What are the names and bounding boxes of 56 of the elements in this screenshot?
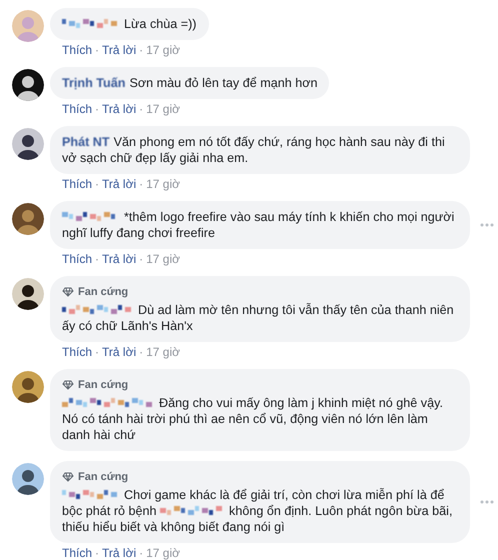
reply-link[interactable]: Trả lời (102, 252, 136, 266)
like-link[interactable]: Thích (62, 177, 92, 191)
blurred-name-drawing (62, 302, 132, 316)
timestamp: 17 giờ (146, 546, 180, 560)
separator-dot: · (95, 43, 100, 57)
like-link[interactable]: Thích (62, 546, 92, 560)
diamond-icon (62, 287, 74, 297)
comment-text: Lừa chùa =)) (62, 16, 196, 32)
separator-dot: · (139, 43, 144, 57)
avatar[interactable] (12, 128, 44, 160)
timestamp: 17 giờ (146, 102, 180, 116)
avatar[interactable] (12, 371, 44, 403)
avatar[interactable] (12, 463, 44, 495)
fan-label: Fan cứng (78, 378, 128, 393)
timestamp: 17 giờ (146, 43, 180, 57)
separator-dot: · (139, 546, 144, 560)
comment-text: Dù ad làm mờ tên nhưng tôi vẫn thấy tên của thanh niên ấy có chữ Lãnh's Hàn'x (62, 302, 455, 334)
timestamp: 17 giờ (146, 177, 180, 191)
separator-dot: · (139, 252, 144, 266)
reply-link[interactable]: Trả lời (102, 102, 136, 116)
separator-dot: · (139, 102, 144, 116)
like-link[interactable]: Thích (62, 345, 92, 359)
comment-text: Chơi game khác là để giải trí, còn chơi lừa miễn phí là để bộc phát rỏ bệnh không ổn định. Luôn phát ngôn bừa bãi, thiếu hiểu biết và không biết đang nói gì (62, 487, 454, 535)
separator-dot: · (95, 345, 100, 359)
commenter-name[interactable]: Phát NT (62, 135, 110, 149)
reply-link[interactable]: Trả lời (102, 43, 136, 57)
fan-label: Fan cứng (78, 470, 128, 485)
blurred-name-drawing (62, 16, 118, 30)
blurred-name-drawing (62, 487, 118, 501)
separator-dot: · (95, 177, 100, 191)
separator-dot: · (95, 546, 100, 560)
reply-link[interactable]: Trả lời (102, 546, 136, 560)
timestamp: 17 giờ (146, 345, 180, 359)
avatar[interactable] (12, 203, 44, 235)
reply-link[interactable]: Trả lời (102, 177, 136, 191)
avatar[interactable] (12, 69, 44, 101)
comment-text: Phát NT Văn phong em nó tốt đấy chứ, ráng học hành sau này đi thi vở sạch chữ đẹp lấy giải nha em. (62, 134, 446, 166)
avatar[interactable] (12, 278, 44, 310)
timestamp: 17 giờ (146, 252, 180, 266)
commenter-name[interactable]: Trịnh Tuấn (62, 76, 126, 90)
like-link[interactable]: Thích (62, 252, 92, 266)
separator-dot: · (139, 177, 144, 191)
reply-link[interactable]: Trả lời (102, 345, 136, 359)
diamond-icon (62, 380, 74, 390)
diamond-icon (62, 472, 74, 482)
like-link[interactable]: Thích (62, 102, 92, 116)
blurred-name-drawing (160, 503, 224, 517)
like-link[interactable]: Thích (62, 43, 92, 57)
fan-label: Fan cứng (78, 285, 128, 300)
separator-dot: · (95, 102, 100, 116)
separator-dot: · (139, 345, 144, 359)
comment-text: Đăng cho vui mấy ông làm j khinh miệt nó ghê vậy. Nó có tánh hài trời phú thì ae nên cổ vũ, động viên nó lớn lên làm danh hài chứ (62, 395, 444, 443)
comment-text: Trịnh Tuấn Sơn màu đỏ lên tay để mạnh hơn (62, 75, 318, 91)
blurred-name-drawing (62, 209, 118, 223)
separator-dot: · (95, 252, 100, 266)
comment-text: *thêm logo freefire vào sau máy tính k khiến cho mọi người nghĩ luffy đang chơi freefire (62, 209, 456, 241)
